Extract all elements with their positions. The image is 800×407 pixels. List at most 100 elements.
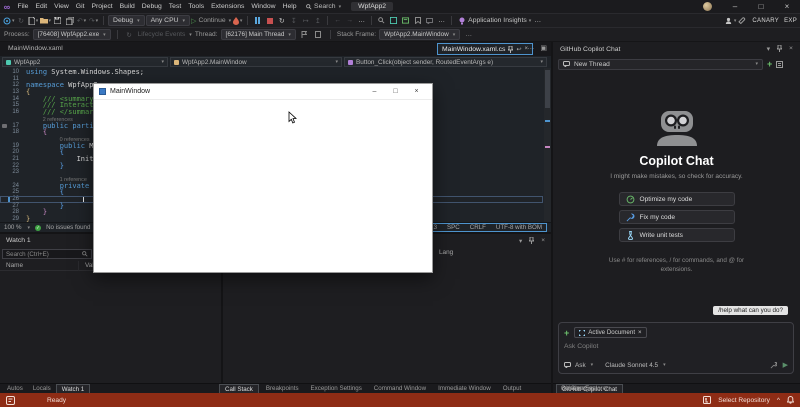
tab-overflow-icon[interactable]: … xyxy=(527,44,534,52)
copilot-action-fix-my-code[interactable]: Fix my code xyxy=(618,210,735,224)
scrollbar-thumb[interactable] xyxy=(545,70,550,108)
menu-debug[interactable]: Debug xyxy=(138,3,165,10)
copilot-input-box[interactable]: + Active Document × Ask Copilot Ask ▾ Cl… xyxy=(558,322,794,374)
configuration-select[interactable]: Debug ▾ xyxy=(108,15,145,26)
wpf-titlebar[interactable]: MainWindow – □ × xyxy=(94,84,432,100)
type-dropdown[interactable]: WpfApp2.MainWindow ▾ xyxy=(170,57,342,67)
whitespace-mode[interactable]: SPC xyxy=(447,224,460,231)
undo-icon[interactable]: ↶ ▾ xyxy=(76,15,87,27)
member-dropdown[interactable]: Button_Click(object sender, RoutedEventA… xyxy=(344,57,547,67)
add-context-icon[interactable]: + xyxy=(564,328,569,337)
menu-tools[interactable]: Tools xyxy=(185,3,208,10)
toolbar-overflow-icon[interactable]: … xyxy=(356,15,367,27)
add-account-icon[interactable]: ▾ xyxy=(725,15,736,27)
menu-help[interactable]: Help xyxy=(279,3,300,10)
navigate-forward-icon[interactable]: → xyxy=(344,15,355,27)
comment-icon[interactable] xyxy=(424,15,435,27)
menu-test[interactable]: Test xyxy=(165,3,184,10)
background-tasks-icon[interactable] xyxy=(6,395,15,405)
issues-status[interactable]: No issues found xyxy=(46,224,90,231)
app-insights-label[interactable]: Application Insights xyxy=(468,17,527,24)
watch-search-input[interactable]: Search (Ctrl+E) xyxy=(2,249,92,259)
pin-icon[interactable] xyxy=(777,45,783,53)
flagged-only-icon[interactable] xyxy=(313,29,324,41)
redo-icon[interactable]: ↷ ▾ xyxy=(88,15,99,27)
menu-edit[interactable]: Edit xyxy=(32,3,51,10)
step-into-icon[interactable]: ↧ xyxy=(288,15,299,27)
debugbar-overflow-icon[interactable]: … xyxy=(463,29,474,41)
select-repository[interactable]: Select Repository xyxy=(718,397,770,404)
menu-project[interactable]: Project xyxy=(88,3,116,10)
copilot-input-placeholder[interactable]: Ask Copilot xyxy=(564,343,788,350)
wpf-app-window[interactable]: MainWindow – □ × xyxy=(93,83,433,273)
column-name[interactable]: Name xyxy=(6,262,23,269)
restart-icon[interactable]: ↻ xyxy=(276,15,287,27)
send-icon[interactable]: ▶ xyxy=(783,361,788,369)
process-select[interactable]: [76408] WpfApp2.exe ▾ xyxy=(32,29,111,40)
solution-scope-icon[interactable] xyxy=(388,15,399,27)
context-chip[interactable]: Active Document × xyxy=(574,327,647,338)
window-list-icon[interactable]: ▣ xyxy=(540,44,547,52)
notifications-bell-icon[interactable] xyxy=(787,396,794,404)
history-icon[interactable]: ↩ xyxy=(516,46,521,53)
zoom-chevron-icon[interactable]: ▾ xyxy=(28,225,31,231)
thread-select[interactable]: [62176] Main Thread ▾ xyxy=(220,29,296,40)
step-over-icon[interactable]: ↦ xyxy=(300,15,311,27)
stop-debugging-icon[interactable] xyxy=(264,15,275,27)
save-icon[interactable] xyxy=(52,15,63,27)
find-in-files-icon[interactable] xyxy=(376,15,387,27)
tab-mainwindow-xaml[interactable]: MainWindow.xaml xyxy=(4,44,67,53)
new-thread-icon[interactable]: + xyxy=(767,60,772,69)
wpf-close-button[interactable]: × xyxy=(406,88,427,95)
copilot-action-write-unit-tests[interactable]: Write unit tests xyxy=(618,228,735,242)
platform-select[interactable]: Any CPU ▾ xyxy=(145,15,191,26)
app-insights-overflow-icon[interactable]: … xyxy=(532,15,543,27)
maximize-button[interactable]: □ xyxy=(748,0,774,14)
lifecycle-label[interactable]: Lifecycle Events xyxy=(138,31,186,38)
menu-view[interactable]: View xyxy=(51,3,73,10)
step-out-icon[interactable]: ↥ xyxy=(312,15,323,27)
project-dropdown[interactable]: WpfApp2 ▾ xyxy=(2,57,168,67)
menu-build[interactable]: Build xyxy=(116,3,138,10)
bookmark-icon[interactable] xyxy=(412,15,423,27)
menu-git[interactable]: Git xyxy=(72,3,88,10)
zoom-level[interactable]: 100 % xyxy=(4,224,22,231)
feedback-icon[interactable] xyxy=(736,15,747,27)
suggestion-chip[interactable]: /help what can you do? xyxy=(713,306,788,315)
model-select[interactable]: Claude Sonnet 4.5 xyxy=(605,362,658,369)
model-chevron-icon[interactable]: ▾ xyxy=(663,362,666,368)
continue-button[interactable]: ▷ Continue ▾ xyxy=(191,17,231,25)
open-folder-icon[interactable]: ▾ xyxy=(39,15,51,27)
tab-mainwindow-xaml-cs[interactable]: MainWindow.xaml.cs ↩ × xyxy=(437,43,534,55)
thread-list-icon[interactable] xyxy=(776,60,784,68)
run-target-icon[interactable]: ▾ xyxy=(3,15,15,27)
panel-options-icon[interactable]: ▾ xyxy=(767,45,770,53)
menu-window[interactable]: Window xyxy=(248,3,279,10)
pin-icon[interactable] xyxy=(529,237,535,245)
menu-file[interactable]: File xyxy=(14,3,32,10)
encoding[interactable]: UTF-8 with BOM xyxy=(496,224,542,231)
hot-reload-icon[interactable]: ▾ xyxy=(232,15,243,27)
remove-context-icon[interactable]: × xyxy=(638,329,642,336)
panel-options-icon[interactable]: ▾ xyxy=(519,237,522,245)
break-all-icon[interactable] xyxy=(252,15,263,27)
menu-extensions[interactable]: Extensions xyxy=(208,3,248,10)
navigate-back-icon[interactable]: ← xyxy=(332,15,343,27)
editor-scrollbar[interactable] xyxy=(544,68,551,222)
search-control[interactable]: Search ▾ xyxy=(306,3,341,10)
copilot-action-optimize-my-code[interactable]: Optimize my code xyxy=(618,192,735,206)
mode-chevron-icon[interactable]: ▾ xyxy=(591,362,594,368)
wpf-minimize-button[interactable]: – xyxy=(364,88,385,95)
stack-frame-select[interactable]: WpfApp2.MainWindow ▾ xyxy=(379,29,461,40)
new-file-icon[interactable]: ▾ xyxy=(28,15,39,27)
column-lang[interactable]: Lang xyxy=(439,249,453,256)
account-avatar[interactable] xyxy=(703,2,712,11)
toolbar-overflow2-icon[interactable]: … xyxy=(436,15,447,27)
pin-icon[interactable] xyxy=(508,45,514,53)
save-all-icon[interactable] xyxy=(64,15,75,27)
mode-select[interactable]: Ask xyxy=(575,362,586,369)
minimize-button[interactable]: – xyxy=(722,0,748,14)
close-panel-icon[interactable]: × xyxy=(541,237,545,245)
flag-icon[interactable] xyxy=(299,29,310,41)
close-button[interactable]: × xyxy=(774,0,800,14)
